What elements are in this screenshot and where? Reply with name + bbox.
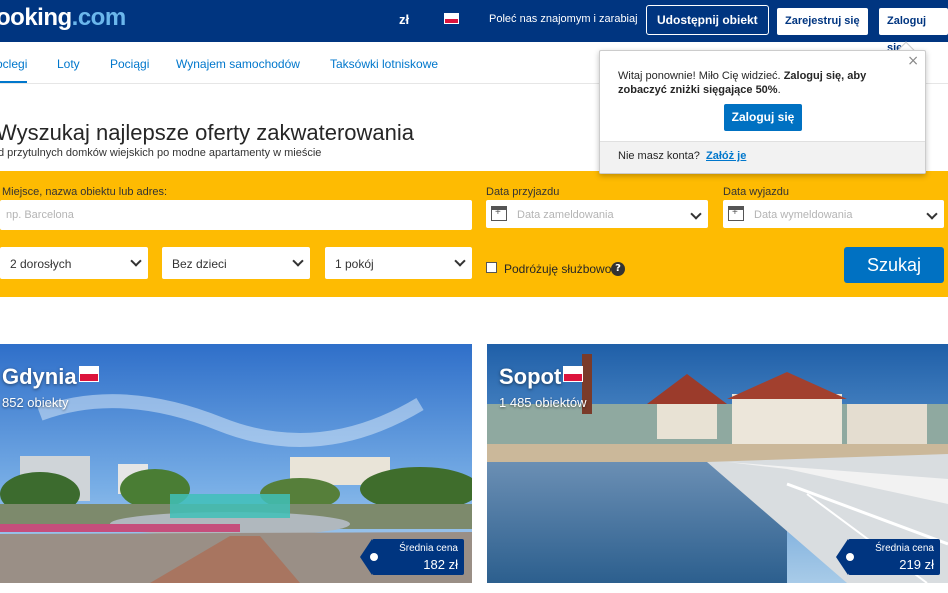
destination-input[interactable]: np. Barcelona [0,200,472,230]
tab-trains[interactable]: Pociągi [110,57,149,71]
no-account-text: Nie masz konta? [618,150,700,162]
page-title: Wyszukaj najlepsze oferty zakwaterowania [0,120,414,145]
search-button[interactable]: Szukaj [844,247,944,283]
checkin-date-field[interactable]: Data zameldowania [486,200,708,228]
city-name: Gdynia [2,364,99,390]
page-subtitle: d przytulnych domków wiejskich po modne … [0,147,322,159]
checkin-label: Data przyjazdu [486,186,560,198]
tab-car-rental[interactable]: Wynajem samochodów [176,57,300,71]
chevron-down-icon [926,208,938,220]
calendar-icon [491,206,507,221]
poland-flag-icon [78,366,99,382]
checkout-date-field[interactable]: Data wymeldowania [723,200,944,228]
top-header: ooking.com zł Poleć nas znajomym i zarab… [0,0,948,54]
poland-flag-icon[interactable] [444,13,459,24]
tab-accommodation[interactable]: oclegi [0,57,28,83]
refer-friends-link[interactable]: Poleć nas znajomym i zarabiaj [489,13,638,25]
help-icon[interactable]: ? [611,262,625,276]
average-price-tag: Średnia cena 219 zł [836,539,940,575]
city-name: Sopot [499,364,584,390]
booking-logo[interactable]: ooking.com [0,4,126,32]
destination-label: Miejsce, nazwa obiektu lub adres: [2,186,168,198]
tag-hole-icon [846,553,854,561]
chevron-down-icon [454,255,466,267]
tab-flights[interactable]: Loty [57,57,80,71]
checkout-label: Data wyjazdu [723,186,790,198]
poland-flag-icon [563,366,584,382]
property-count: 1 485 obiektów [499,395,587,410]
create-account-link[interactable]: Załóż je [706,150,746,162]
login-popover: × Witaj ponownie! Miło Cię widzieć. Zalo… [599,50,926,174]
currency-selector[interactable]: zł [399,12,409,27]
average-price-tag: Średnia cena 182 zł [360,539,464,575]
adults-select[interactable]: 2 dorosłych [0,247,148,279]
rooms-select[interactable]: 1 pokój [325,247,472,279]
children-select[interactable]: Bez dzieci [162,247,310,279]
login-button[interactable]: Zaloguj się [879,8,948,54]
popover-footer: Nie masz konta? Załóż je [600,141,925,173]
popover-login-button[interactable]: Zaloguj się [724,104,802,131]
tab-airport-taxis[interactable]: Taksówki lotniskowe [330,57,438,71]
close-icon[interactable]: × [907,53,919,69]
destination-card-sopot[interactable]: Sopot 1 485 obiektów Średnia cena 219 zł [487,344,948,583]
destination-card-gdynia[interactable]: Gdynia 852 obiekty Średnia cena 182 zł [0,344,472,583]
calendar-icon [728,206,744,221]
property-count: 852 obiekty [2,395,69,410]
popover-message: Witaj ponownie! Miło Cię widzieć. Zalogu… [618,70,867,96]
chevron-down-icon [690,208,702,220]
business-trip-label[interactable]: Podróżuję służbowo [504,262,611,276]
chevron-down-icon [130,255,142,267]
business-trip-checkbox[interactable] [486,262,497,273]
register-button[interactable]: Zarejestruj się [777,8,868,35]
tag-hole-icon [370,553,378,561]
chevron-down-icon [292,255,304,267]
list-property-button[interactable]: Udostępnij obiekt [646,5,769,35]
